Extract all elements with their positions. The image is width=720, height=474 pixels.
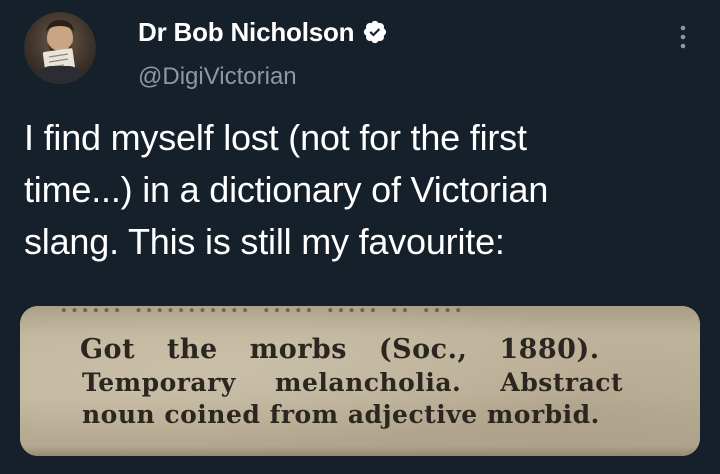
tweet-text: I find myself lost (not for the first ti… bbox=[24, 112, 704, 268]
tweet-card: Dr Bob Nicholson @DigiVictorian I find m… bbox=[0, 0, 720, 474]
verified-badge-icon bbox=[362, 19, 388, 45]
more-options-icon bbox=[680, 25, 686, 49]
tweet-media-image[interactable]: ...... ........... ..... ..... .. .... G… bbox=[20, 306, 700, 456]
profile-photo-icon bbox=[32, 20, 88, 84]
scan-shadow bbox=[20, 446, 700, 456]
scan-cropped-text: ...... ........... ..... ..... .. .... bbox=[60, 306, 680, 318]
tweet-text-line: slang. This is still my favourite: bbox=[24, 221, 505, 262]
author-name-row[interactable]: Dr Bob Nicholson bbox=[138, 16, 388, 48]
author-handle[interactable]: @DigiVictorian bbox=[138, 62, 297, 92]
more-options-button[interactable] bbox=[668, 22, 698, 52]
avatar[interactable] bbox=[24, 12, 96, 84]
scan-text-line: noun coined from adjective morbid. bbox=[82, 400, 600, 429]
display-name[interactable]: Dr Bob Nicholson bbox=[138, 16, 355, 48]
scan-text-line: Got the morbs (Soc., 1880). bbox=[80, 334, 600, 365]
tweet-text-line: I find myself lost (not for the first bbox=[24, 117, 527, 158]
tweet-text-line: time...) in a dictionary of Victorian bbox=[24, 169, 549, 210]
scan-text-line: Temporary melancholia. Abstract bbox=[82, 368, 624, 397]
